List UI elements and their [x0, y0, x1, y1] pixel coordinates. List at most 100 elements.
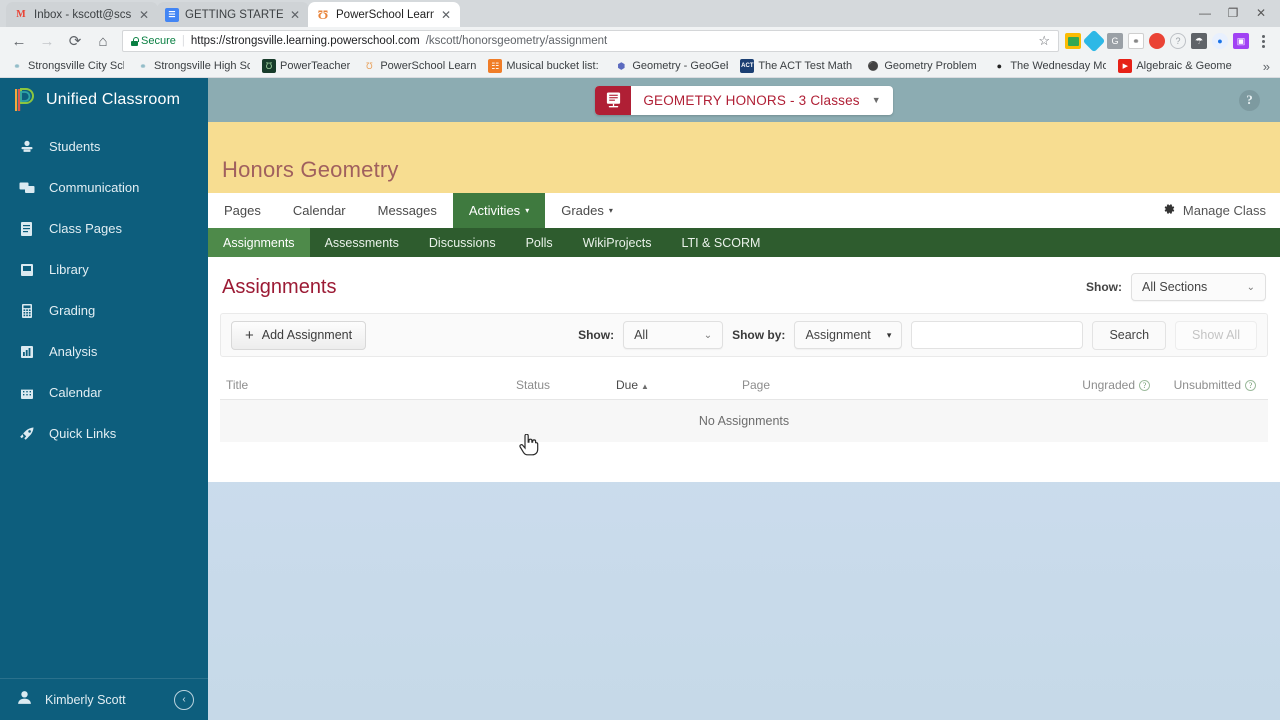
new-tab-button[interactable] — [459, 5, 487, 27]
bookmark-label: The ACT Test Math P — [758, 60, 855, 72]
extension-diamond-icon[interactable] — [1082, 29, 1106, 53]
extension-purple-icon[interactable]: ▣ — [1233, 33, 1249, 49]
omnibox-divider: | — [181, 35, 185, 47]
address-bar[interactable]: Secure | https://strongsville.learning.p… — [122, 30, 1059, 52]
manage-class-button[interactable]: Manage Class — [1162, 193, 1280, 228]
show-filter-select[interactable]: All ⌄ — [623, 321, 724, 349]
sidebar-item-calendar[interactable]: Calendar — [0, 372, 208, 413]
tab-activities[interactable]: Activities ▾ — [452, 193, 546, 228]
sidebar-item-quick-links[interactable]: Quick Links — [0, 413, 208, 454]
search-button[interactable]: Search — [1092, 320, 1167, 350]
column-header-status[interactable]: Status — [516, 378, 616, 392]
subtab-polls[interactable]: Polls — [511, 228, 568, 257]
bookmark-item[interactable]: ⚭ Strongsville City Scho — [4, 57, 130, 76]
class-selector-label: GEOMETRY HONORS - 3 Classes — [643, 92, 860, 108]
subtab-wikiprojects[interactable]: WikiProjects — [568, 228, 667, 257]
reload-icon[interactable]: ⟳ — [62, 28, 88, 54]
minimize-button[interactable]: — — [1192, 1, 1218, 25]
sidebar-item-communication[interactable]: Communication — [0, 167, 208, 208]
help-circle-icon[interactable]: ? — [1139, 379, 1150, 391]
close-icon[interactable]: ✕ — [440, 9, 452, 21]
home-icon[interactable]: ⌂ — [90, 28, 116, 54]
tab-calendar[interactable]: Calendar — [277, 193, 362, 228]
bookmark-item[interactable]: ACT The ACT Test Math P — [734, 57, 860, 76]
sidebar-item-label: Communication — [49, 180, 140, 195]
maximize-button[interactable]: ❐ — [1220, 1, 1246, 25]
primary-tabs: Pages Calendar Messages Activities ▾ Grad… — [208, 193, 1280, 228]
extension-bulb-icon[interactable]: ☂ — [1191, 33, 1207, 49]
bookmark-item[interactable]: ⬢ Geometry - GeoGebr — [608, 57, 734, 76]
browser-tab[interactable]: ☰ GETTING STARTED in Ho ✕ — [157, 2, 309, 27]
close-window-button[interactable]: ✕ — [1248, 1, 1274, 25]
sub-tabs: Assignments Assessments Discussions Poll… — [208, 228, 1280, 257]
column-header-due-label: Due — [616, 378, 639, 392]
extension-swirl-icon[interactable]: ⚭ — [1128, 33, 1144, 49]
column-header-ungraded[interactable]: Ungraded ? — [1064, 378, 1150, 392]
bookmarks-overflow-icon[interactable]: » — [1263, 59, 1276, 74]
brand[interactable]: Unified Classroom — [0, 78, 208, 122]
chevron-down-icon[interactable]: ▼ — [872, 95, 893, 105]
bookmark-item[interactable]: ⚫ Geometry Problem o — [860, 57, 986, 76]
back-icon[interactable]: ← — [6, 28, 32, 54]
browser-tab-active[interactable]: Ʊ PowerSchool Learning : H ✕ — [308, 2, 460, 27]
empty-state-message: No Assignments — [220, 400, 1268, 442]
show-by-select[interactable]: Assignment ▾ — [794, 321, 903, 349]
tab-grades[interactable]: Grades ▾ — [545, 193, 629, 228]
column-header-due[interactable]: Due ▲ — [616, 378, 742, 392]
bookmark-item[interactable]: ☷ Musical bucket list: 5 — [482, 57, 608, 76]
class-selector[interactable]: GEOMETRY HONORS - 3 Classes ▼ — [595, 85, 893, 115]
browser-chrome: M Inbox - kscott@scsmusta ✕ ☰ GETTING ST… — [0, 0, 1280, 78]
bookmark-item[interactable]: ● The Wednesday Mor — [986, 57, 1112, 76]
chevron-down-icon: ▾ — [525, 206, 530, 215]
column-header-page[interactable]: Page — [742, 378, 1064, 392]
subtab-discussions[interactable]: Discussions — [414, 228, 511, 257]
sidebar-user[interactable]: Kimberly Scott ‹ — [0, 678, 208, 720]
tab-label: Calendar — [292, 203, 346, 218]
bookmark-item[interactable]: Ʊ PowerTeacher — [256, 57, 356, 76]
close-icon[interactable]: ✕ — [138, 9, 150, 21]
lock-icon — [131, 36, 139, 46]
calendar-icon — [18, 384, 35, 401]
bookmark-star-icon[interactable]: ☆ — [1038, 33, 1050, 49]
add-assignment-label: Add Assignment — [261, 328, 353, 342]
browser-tab[interactable]: M Inbox - kscott@scsmusta ✕ — [6, 2, 158, 27]
bookmark-item[interactable]: ▶ Algebraic & Geometr — [1112, 57, 1238, 76]
column-header-unsubmitted-label: Unsubmitted — [1173, 378, 1241, 392]
help-icon[interactable]: ? — [1239, 89, 1260, 111]
forward-icon[interactable]: → — [34, 28, 60, 54]
table-header-row: Title Status Due ▲ Page Ungraded ? Unsubm… — [220, 371, 1268, 400]
panel-header: Assignments Show: All Sections ⌄ — [220, 273, 1268, 301]
subtab-assessments[interactable]: Assessments — [310, 228, 414, 257]
sidebar-item-analysis[interactable]: Analysis — [0, 331, 208, 372]
sections-filter-select[interactable]: All Sections ⌄ — [1131, 273, 1266, 301]
tab-messages[interactable]: Messages — [362, 193, 453, 228]
gear-icon — [1162, 202, 1176, 219]
extension-g-icon[interactable]: G — [1107, 33, 1123, 49]
collapse-sidebar-button[interactable]: ‹ — [174, 689, 194, 710]
extension-dot-icon[interactable]: ● — [1212, 33, 1228, 49]
subtab-assignments[interactable]: Assignments — [208, 228, 310, 257]
browser-menu-icon[interactable] — [1254, 34, 1272, 48]
subtab-lti-scorm[interactable]: LTI & SCORM — [666, 228, 775, 257]
column-header-title[interactable]: Title — [226, 378, 516, 392]
help-circle-icon[interactable]: ? — [1245, 379, 1256, 391]
bookmark-item[interactable]: Ʊ PowerSchool Learnin — [356, 57, 482, 76]
sidebar: Unified Classroom Students Communication… — [0, 78, 208, 720]
act-icon: ACT — [740, 59, 755, 73]
sidebar-item-students[interactable]: Students — [0, 126, 208, 167]
avatar-icon — [16, 689, 33, 711]
bookmark-item[interactable]: ⚭ Strongsville High Sch — [130, 57, 256, 76]
show-all-button[interactable]: Show All — [1175, 320, 1257, 350]
tab-pages[interactable]: Pages — [208, 193, 277, 228]
add-assignment-button[interactable]: + Add Assignment — [231, 320, 367, 350]
close-icon[interactable]: ✕ — [289, 9, 301, 21]
sidebar-item-library[interactable]: Library — [0, 249, 208, 290]
search-input[interactable] — [911, 321, 1084, 349]
sidebar-item-grading[interactable]: Grading — [0, 290, 208, 331]
extension-pin-icon[interactable] — [1149, 33, 1165, 49]
extension-green-icon[interactable] — [1065, 33, 1081, 49]
search-button-label: Search — [1109, 328, 1150, 342]
column-header-unsubmitted[interactable]: Unsubmitted ? — [1150, 378, 1262, 392]
extension-question-icon[interactable]: ? — [1170, 33, 1186, 49]
sidebar-item-class-pages[interactable]: Class Pages — [0, 208, 208, 249]
